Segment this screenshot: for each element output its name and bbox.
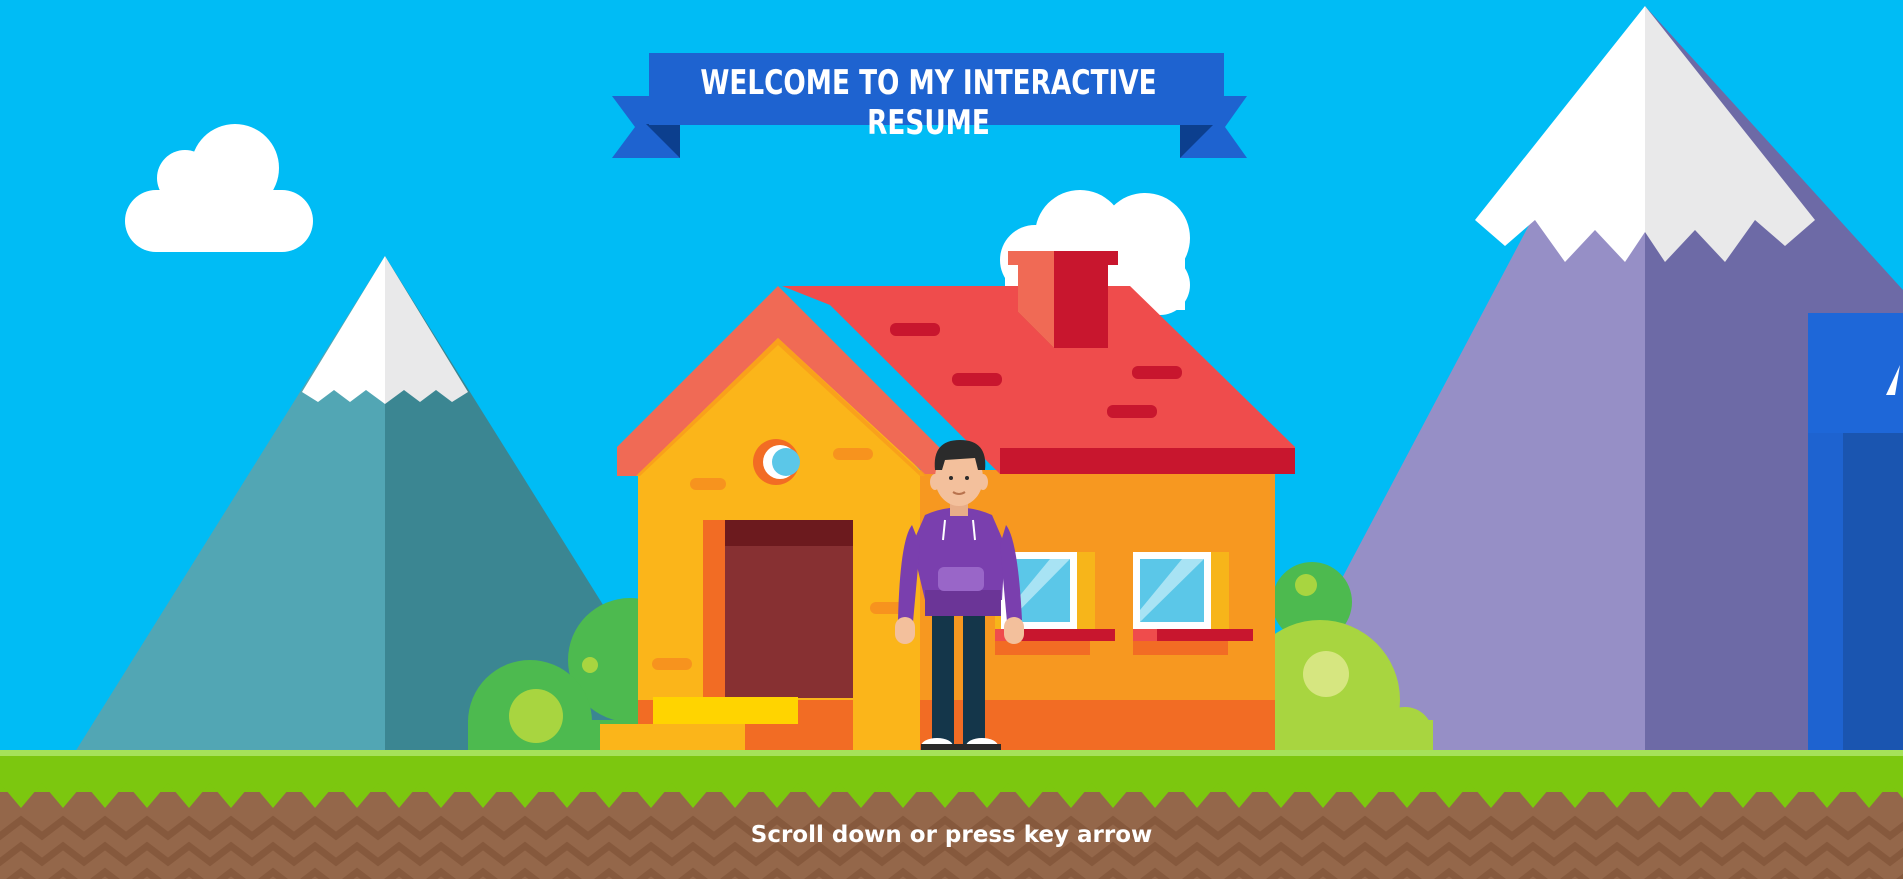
blue-building bbox=[1808, 313, 1903, 753]
banner-title: WELCOME TO MY INTERACTIVE RESUME bbox=[700, 63, 1157, 143]
scroll-hint: Scroll down or press key arrow bbox=[750, 822, 1153, 848]
